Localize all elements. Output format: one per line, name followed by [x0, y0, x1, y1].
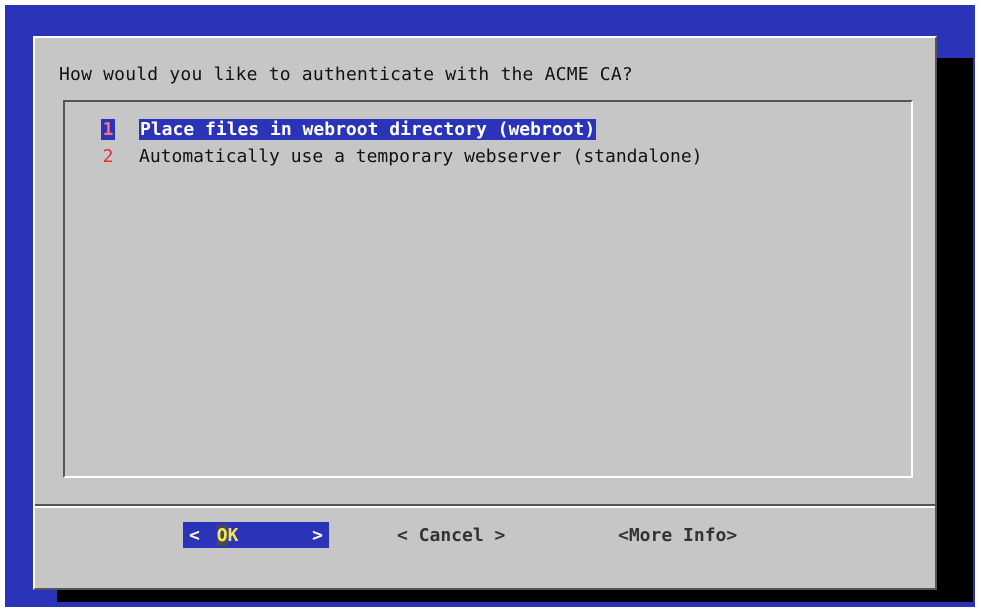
button-bar-separator [35, 504, 935, 508]
ok-button-label: OK [216, 524, 239, 546]
ok-button-label-rest: K [227, 524, 239, 546]
ok-button-hotkey: O [216, 524, 228, 546]
ok-button[interactable]: < OK > [183, 522, 329, 548]
ok-button-right-bracket: > [312, 524, 323, 546]
menu-item-label: Automatically use a temporary webserver … [139, 145, 703, 167]
auth-method-dialog: How would you like to authenticate with … [33, 36, 937, 590]
dialog-prompt: How would you like to authenticate with … [59, 64, 633, 85]
menu-item-standalone[interactable]: 2 Automatically use a temporary webserve… [101, 143, 703, 169]
menu-item-webroot[interactable]: 1 Place files in webroot directory (webr… [101, 116, 597, 142]
menu-item-number: 2 [102, 145, 114, 167]
menu-item-label: Place files in webroot directory (webroo… [139, 118, 597, 140]
more-info-button[interactable]: <More Info> [618, 522, 737, 548]
menu-item-number: 1 [101, 118, 115, 140]
ok-button-left-bracket: < [189, 524, 200, 546]
cancel-button[interactable]: < Cancel > [397, 522, 505, 548]
